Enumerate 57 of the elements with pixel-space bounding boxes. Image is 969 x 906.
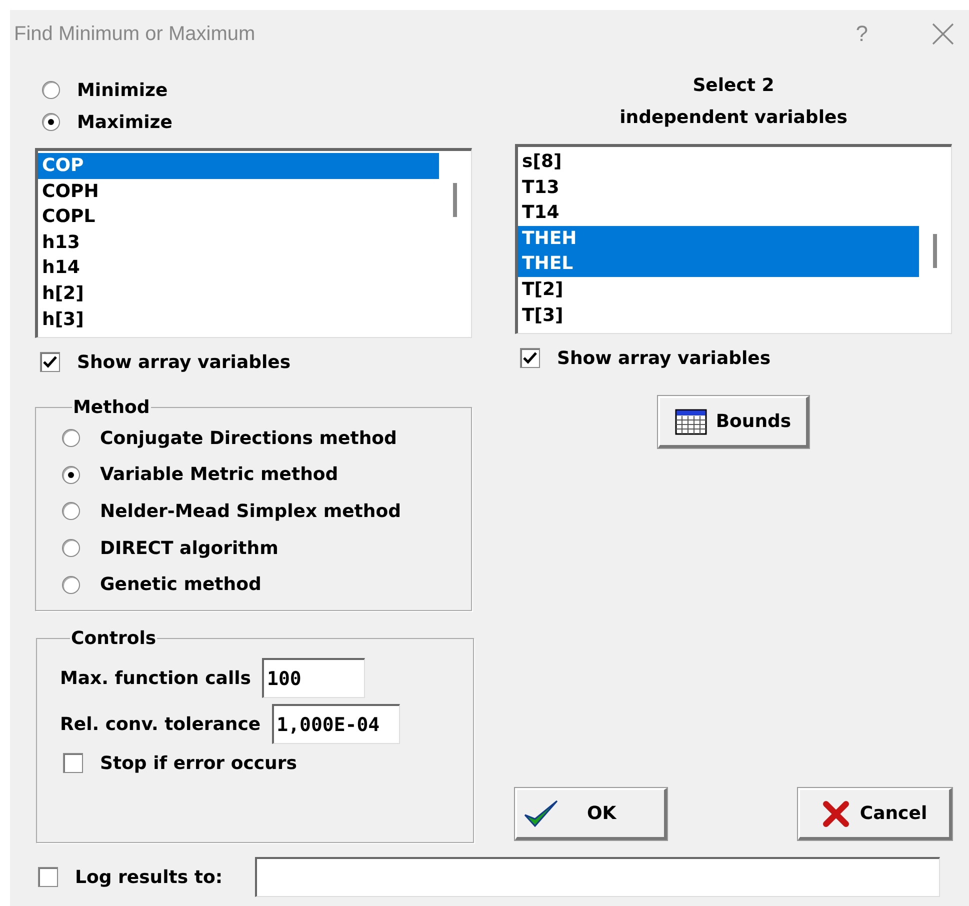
- list-item[interactable]: h14: [38, 255, 439, 281]
- list-item[interactable]: h[2]: [38, 280, 439, 307]
- log-file-field[interactable]: [254, 857, 940, 897]
- check-icon: [523, 798, 559, 828]
- list-item[interactable]: THEH: [518, 226, 919, 252]
- checkbox[interactable]: [520, 348, 540, 368]
- option-label: Variable Metric method: [100, 464, 338, 486]
- option-label: Maximize: [77, 112, 172, 132]
- text-field[interactable]: 1,000E-04: [272, 704, 400, 744]
- scrollbar-thumb[interactable]: [453, 183, 457, 217]
- list-item[interactable]: T[2]: [518, 276, 919, 303]
- window-title: Find Minimum or Maximum: [14, 22, 256, 46]
- checkbox-label: Stop if error occurs: [100, 752, 297, 774]
- text-field[interactable]: 100: [262, 658, 365, 698]
- radio-button[interactable]: [62, 466, 80, 484]
- x-icon: [822, 800, 850, 828]
- checkbox[interactable]: [40, 352, 60, 372]
- radio-button[interactable]: [62, 429, 80, 448]
- checkbox[interactable]: [38, 867, 58, 887]
- list-item[interactable]: h13: [38, 230, 439, 256]
- radio-button[interactable]: [62, 539, 80, 558]
- list-heading: independent variables: [618, 106, 848, 130]
- variable-list[interactable]: s[8] T13 T14 THEH THEL T[2] T[3]: [515, 144, 952, 334]
- radio-button[interactable]: [42, 81, 60, 99]
- group-title: Method: [72, 397, 151, 418]
- radio-button[interactable]: [62, 502, 80, 520]
- radio-button[interactable]: [62, 576, 80, 594]
- option-label: Genetic method: [100, 574, 262, 596]
- option-label: DIRECT algorithm: [100, 538, 278, 559]
- list-item[interactable]: COP: [38, 153, 439, 179]
- checkbox-label: Show array variables: [77, 352, 291, 372]
- cancel-button[interactable]: Cancel: [798, 788, 952, 840]
- group-title: Controls: [70, 628, 158, 649]
- list-item[interactable]: T14: [518, 200, 919, 226]
- close-icon[interactable]: [932, 23, 954, 45]
- list-item[interactable]: h[3]: [38, 306, 439, 332]
- checkbox-label: Log results to:: [75, 866, 223, 888]
- list-item[interactable]: THEL: [518, 251, 919, 277]
- list-item[interactable]: COPL: [38, 204, 439, 230]
- variable-list[interactable]: COP COPH COPL h13 h14 h[2] h[3]: [35, 148, 472, 338]
- list-item[interactable]: s[8]: [518, 149, 919, 175]
- list-heading: Select 2: [692, 74, 776, 98]
- option-label: Nelder-Mead Simplex method: [100, 500, 401, 522]
- list-item[interactable]: T13: [518, 174, 919, 200]
- field-label: Rel. conv. tolerance: [60, 714, 261, 734]
- bounds-button[interactable]: Bounds: [658, 396, 809, 448]
- option-label: Minimize: [77, 80, 168, 100]
- checkbox-label: Show array variables: [557, 348, 771, 368]
- radio-button[interactable]: [42, 113, 60, 131]
- field-label: Max. function calls: [60, 668, 251, 688]
- option-label: Conjugate Directions method: [100, 428, 397, 449]
- scrollbar-thumb[interactable]: [933, 234, 937, 268]
- list-item[interactable]: T[3]: [518, 302, 919, 328]
- table-icon: [674, 408, 707, 434]
- checkbox[interactable]: [63, 753, 83, 773]
- list-item[interactable]: COPH: [38, 178, 439, 204]
- ok-button[interactable]: OK: [515, 788, 667, 840]
